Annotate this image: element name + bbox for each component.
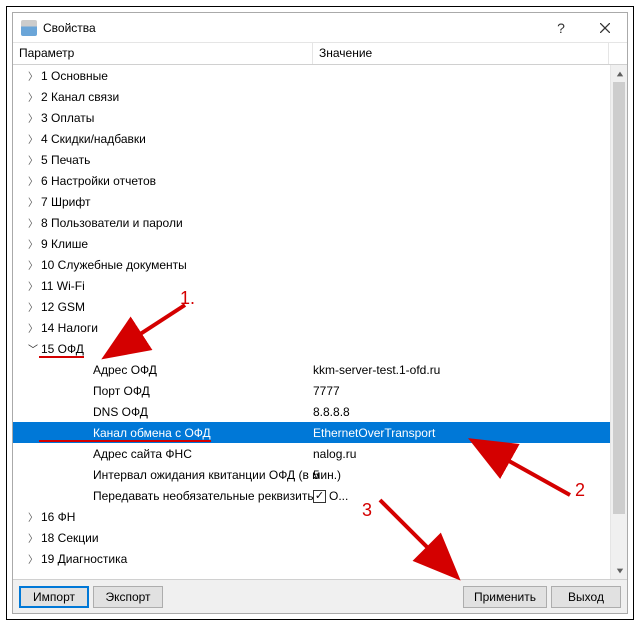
ofd-dns-value[interactable]: 8.8.8.8 (313, 405, 350, 419)
ofd-port-row[interactable]: Порт ОФД7777 (13, 380, 610, 401)
tree-item-3-oplaty[interactable]: 〉3 Оплаты (13, 107, 610, 128)
window-title: Свойства (43, 21, 96, 35)
chevron-right-icon: 〉 (27, 215, 39, 230)
tree-item-2-kanal-svyazi[interactable]: 〉2 Канал связи (13, 86, 610, 107)
help-button[interactable]: ? (539, 13, 583, 43)
chevron-right-icon: 〉 (27, 194, 39, 209)
column-header-value[interactable]: Значение (313, 43, 609, 64)
property-tree[interactable]: 〉1 Основные 〉2 Канал связи 〉3 Оплаты 〉4 … (13, 65, 610, 579)
chevron-right-icon: 〉 (27, 257, 39, 272)
chevron-right-icon: 〉 (27, 551, 39, 566)
scroll-track[interactable] (611, 82, 627, 562)
tree-item-11-wifi[interactable]: 〉11 Wi-Fi (13, 275, 610, 296)
scroll-down-button[interactable] (611, 562, 627, 579)
footer-bar: Импорт Экспорт Применить Выход (13, 579, 627, 613)
chevron-right-icon: 〉 (27, 530, 39, 545)
column-headers: Параметр Значение (13, 43, 627, 65)
tree-item-15-ofd[interactable]: ﹀15 ОФД (13, 338, 610, 359)
app-icon (21, 20, 37, 36)
tree-item-4-skidki[interactable]: 〉4 Скидки/надбавки (13, 128, 610, 149)
chevron-right-icon: 〉 (27, 278, 39, 293)
ofd-interval-row[interactable]: Интервал ожидания квитанции ОФД (в мин.)… (13, 464, 610, 485)
ofd-channel-value[interactable]: EthernetOverTransport (313, 426, 435, 440)
annotation-label-2: 2 (575, 480, 585, 501)
export-button[interactable]: Экспорт (93, 586, 163, 608)
ofd-address-value[interactable]: kkm-server-test.1-ofd.ru (313, 363, 440, 377)
close-button[interactable] (583, 13, 627, 43)
chevron-right-icon: 〉 (27, 236, 39, 251)
column-header-scroll (609, 43, 627, 64)
column-header-parameter[interactable]: Параметр (13, 43, 313, 64)
tree-item-8-polzovateli[interactable]: 〉8 Пользователи и пароли (13, 212, 610, 233)
tree-item-16-fn[interactable]: 〉16 ФН (13, 506, 610, 527)
tree-item-19-diagnostika[interactable]: 〉19 Диагностика (13, 548, 610, 569)
titlebar: Свойства ? (13, 13, 627, 43)
ofd-port-value[interactable]: 7777 (313, 384, 340, 398)
chevron-right-icon: 〉 (27, 320, 39, 335)
ofd-dns-row[interactable]: DNS ОФД8.8.8.8 (13, 401, 610, 422)
scroll-up-button[interactable] (611, 65, 627, 82)
vertical-scrollbar[interactable] (610, 65, 627, 579)
chevron-right-icon: 〉 (27, 173, 39, 188)
chevron-right-icon: 〉 (27, 68, 39, 83)
ofd-address-row[interactable]: Адрес ОФДkkm-server-test.1-ofd.ru (13, 359, 610, 380)
apply-button[interactable]: Применить (463, 586, 547, 608)
fns-site-value[interactable]: nalog.ru (313, 447, 356, 461)
tree-item-18-sektsii[interactable]: 〉18 Секции (13, 527, 610, 548)
properties-window: Свойства ? Параметр Значение 〉1 Основные… (12, 12, 628, 614)
chevron-down-icon: ﹀ (27, 341, 39, 356)
tree-item-14-nalogi[interactable]: 〉14 Налоги (13, 317, 610, 338)
tree-item-6-nastroiki-otchetov[interactable]: 〉6 Настройки отчетов (13, 170, 610, 191)
scroll-thumb[interactable] (613, 82, 625, 514)
chevron-right-icon: 〉 (27, 299, 39, 314)
chevron-right-icon: 〉 (27, 509, 39, 524)
tree-item-12-gsm[interactable]: 〉12 GSM (13, 296, 610, 317)
tree-item-7-shrift[interactable]: 〉7 Шрифт (13, 191, 610, 212)
chevron-right-icon: 〉 (27, 89, 39, 104)
annotation-label-3: 3 (362, 500, 372, 521)
tree-item-5-pechat[interactable]: 〉5 Печать (13, 149, 610, 170)
fns-site-row[interactable]: Адрес сайта ФНСnalog.ru (13, 443, 610, 464)
ofd-interval-value[interactable]: 5 (313, 468, 320, 482)
chevron-right-icon: 〉 (27, 110, 39, 125)
import-button[interactable]: Импорт (19, 586, 89, 608)
annotation-label-1: 1. (180, 288, 195, 309)
tree-item-10-sluzhebnye[interactable]: 〉10 Служебные документы (13, 254, 610, 275)
tree-item-9-klishe[interactable]: 〉9 Клише (13, 233, 610, 254)
ofd-channel-row[interactable]: Канал обмена с ОФДEthernetOverTransport (13, 422, 610, 443)
ofd-optional-row[interactable]: Передавать необязательные реквизиты в О.… (13, 485, 610, 506)
tree-item-1-osnovnye[interactable]: 〉1 Основные (13, 65, 610, 86)
chevron-right-icon: 〉 (27, 152, 39, 167)
property-tree-area: 〉1 Основные 〉2 Канал связи 〉3 Оплаты 〉4 … (13, 65, 627, 579)
exit-button[interactable]: Выход (551, 586, 621, 608)
chevron-right-icon: 〉 (27, 131, 39, 146)
ofd-optional-checkbox[interactable]: ✓ (313, 490, 326, 503)
